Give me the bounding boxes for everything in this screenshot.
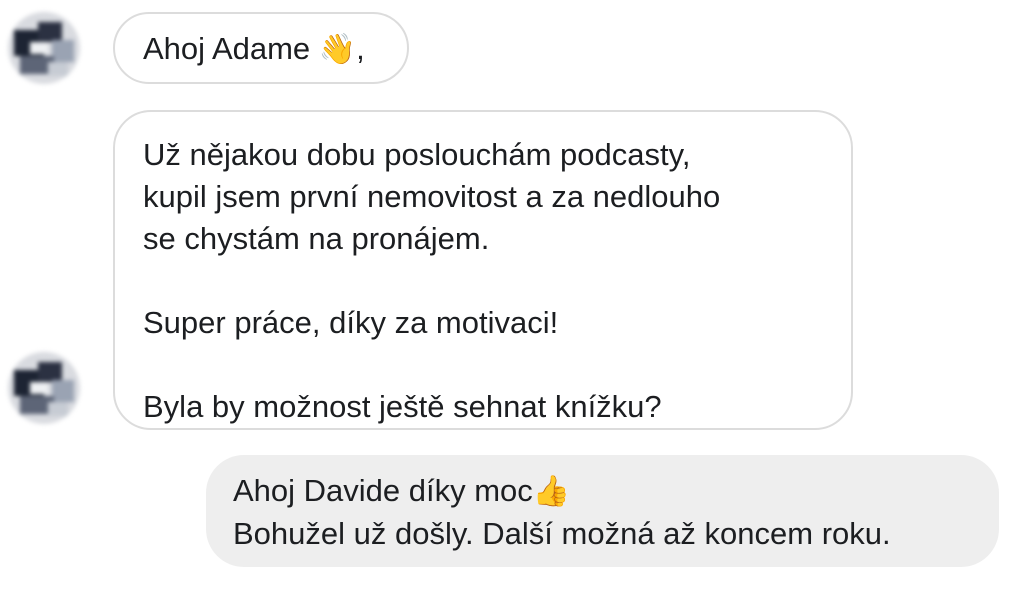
message-line: kupil jsem první nemovitost a za nedlouh… (143, 179, 721, 214)
message-line: se chystám na pronájem. (143, 221, 490, 256)
thumbs-up-icon: 👍 (532, 474, 571, 509)
message-text: Ahoj Davide díky moc (233, 473, 533, 508)
message-line: Super práce, díky za motivaci! (143, 305, 559, 340)
avatar-image (8, 352, 80, 424)
message-text-punctuation: , (356, 31, 365, 66)
message-text: Ahoj Adame (143, 31, 311, 66)
contact-avatar[interactable] (8, 352, 80, 424)
message-bubble-incoming[interactable]: Ahoj Adame 👋, (113, 12, 409, 84)
avatar-image (8, 12, 80, 84)
message-line: Bohužel už došly. Další možná až koncem … (233, 516, 891, 551)
contact-avatar[interactable] (8, 12, 80, 84)
waving-hand-icon: 👋 (318, 32, 357, 67)
message-bubble-incoming[interactable]: Už nějakou dobu poslouchám podcasty, kup… (113, 110, 853, 430)
message-line: Byla by možnost ještě sehnat knížku? (143, 389, 662, 424)
message-line: Ahoj Davide díky moc👍 (233, 470, 999, 513)
message-line: Už nějakou dobu poslouchám podcasty, (143, 137, 691, 172)
message-bubble-outgoing[interactable]: Ahoj Davide díky moc👍 Bohužel už došly. … (206, 455, 999, 567)
